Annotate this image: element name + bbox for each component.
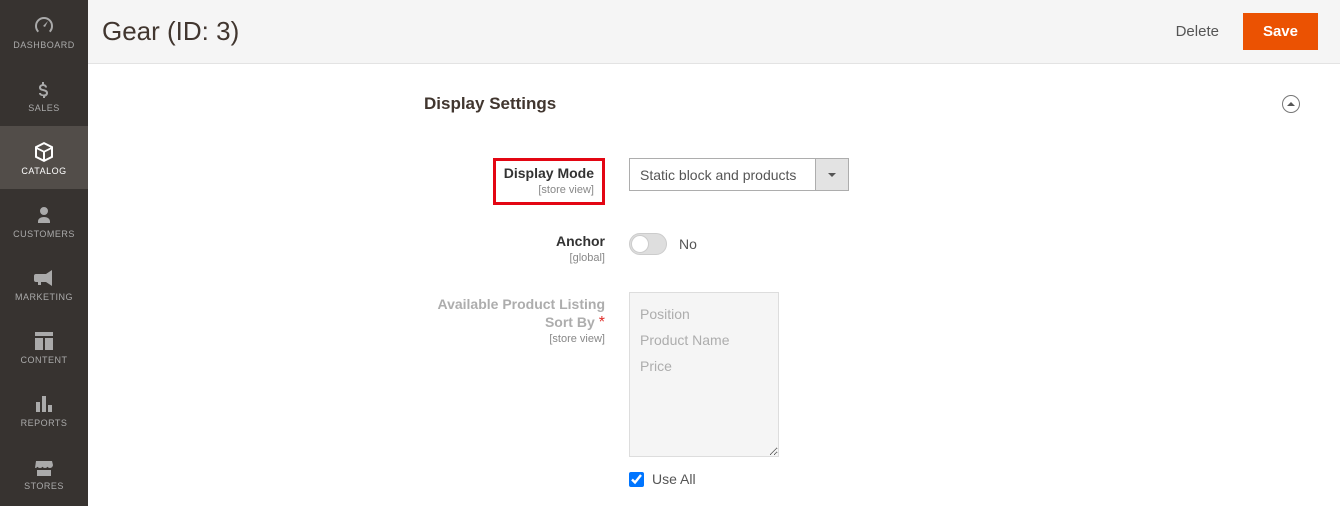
required-asterisk: * — [599, 314, 605, 331]
sidebar-item-label: DASHBOARD — [13, 40, 75, 50]
sidebar-item-label: STORES — [24, 481, 64, 491]
listbox-item[interactable]: Position — [630, 301, 778, 327]
delete-button[interactable]: Delete — [1158, 13, 1237, 50]
display-mode-value-col: Static block and products — [629, 158, 1300, 205]
section-header: Display Settings — [424, 94, 1300, 114]
box-icon — [32, 140, 56, 164]
anchor-toggle[interactable] — [629, 233, 667, 255]
display-mode-label-col: Display Mode [store view] — [424, 158, 629, 205]
use-all-label: Use All — [652, 471, 696, 487]
sortby-row: Available Product Listing Sort By* [stor… — [424, 292, 1300, 487]
sidebar-item-label: REPORTS — [21, 418, 68, 428]
sortby-scope: [store view] — [424, 333, 605, 345]
display-mode-scope: [store view] — [504, 184, 594, 196]
sortby-value-col: Position Product Name Price Use All — [629, 292, 1300, 487]
sidebar-item-label: CUSTOMERS — [13, 229, 75, 239]
display-mode-value: Static block and products — [629, 158, 816, 191]
collapse-toggle[interactable] — [1282, 95, 1300, 113]
display-settings-section: Display Settings Display Mode [store vie… — [424, 94, 1300, 487]
sidebar-item-customers[interactable]: CUSTOMERS — [0, 189, 88, 252]
sidebar-item-content[interactable]: CONTENT — [0, 315, 88, 378]
sortby-label-col: Available Product Listing Sort By* [stor… — [424, 292, 629, 487]
section-title: Display Settings — [424, 94, 556, 114]
sidebar: DASHBOARD SALES CATALOG CUSTOMERS MARKET… — [0, 0, 88, 506]
sidebar-item-sales[interactable]: SALES — [0, 63, 88, 126]
display-mode-dropdown-arrow[interactable] — [816, 158, 849, 191]
sidebar-item-label: CONTENT — [21, 355, 68, 365]
sidebar-item-catalog[interactable]: CATALOG — [0, 126, 88, 189]
main: Gear (ID: 3) Delete Save Display Setting… — [88, 0, 1340, 506]
layout-icon — [32, 329, 56, 353]
display-mode-label: Display Mode — [504, 165, 594, 181]
toggle-knob — [631, 235, 649, 253]
page-title: Gear (ID: 3) — [102, 16, 1158, 47]
anchor-value: No — [679, 236, 697, 252]
person-icon — [32, 203, 56, 227]
bars-icon — [32, 392, 56, 416]
sidebar-item-label: MARKETING — [15, 292, 73, 302]
anchor-label: Anchor — [556, 233, 605, 249]
anchor-label-col: Anchor [global] — [424, 233, 629, 264]
store-icon — [32, 455, 56, 479]
chevron-down-icon — [827, 170, 837, 180]
anchor-row: Anchor [global] No — [424, 233, 1300, 264]
listbox-item[interactable]: Product Name — [630, 327, 778, 353]
dashboard-icon — [32, 14, 56, 38]
display-mode-row: Display Mode [store view] Static block a… — [424, 158, 1300, 205]
anchor-value-col: No — [629, 233, 1300, 264]
sortby-label: Available Product Listing Sort By — [437, 296, 605, 330]
anchor-scope: [global] — [424, 252, 605, 264]
sidebar-item-reports[interactable]: REPORTS — [0, 378, 88, 441]
use-all-wrap: Use All — [629, 471, 1300, 487]
anchor-toggle-wrap: No — [629, 233, 1300, 255]
sidebar-item-marketing[interactable]: MARKETING — [0, 252, 88, 315]
sortby-listbox[interactable]: Position Product Name Price — [629, 292, 779, 457]
display-mode-highlight: Display Mode [store view] — [493, 158, 605, 205]
save-button[interactable]: Save — [1243, 13, 1318, 50]
megaphone-icon — [32, 266, 56, 290]
sidebar-item-dashboard[interactable]: DASHBOARD — [0, 0, 88, 63]
listbox-item[interactable]: Price — [630, 353, 778, 379]
header: Gear (ID: 3) Delete Save — [88, 0, 1340, 64]
dollar-icon — [32, 77, 56, 101]
display-mode-select[interactable]: Static block and products — [629, 158, 849, 191]
content: Display Settings Display Mode [store vie… — [88, 64, 1340, 506]
use-all-checkbox[interactable] — [629, 472, 644, 487]
sidebar-item-label: SALES — [28, 103, 60, 113]
chevron-up-icon — [1286, 99, 1296, 109]
sidebar-item-label: CATALOG — [21, 166, 66, 176]
sidebar-item-stores[interactable]: STORES — [0, 441, 88, 504]
